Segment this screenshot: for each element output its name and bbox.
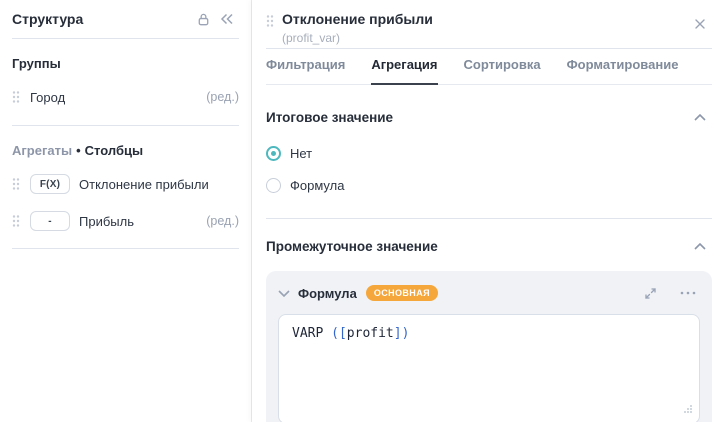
settings-tabs: Фильтрация Агрегация Сортировка Форматир…: [266, 49, 712, 85]
primary-badge: ОСНОВНАЯ: [366, 285, 438, 301]
group-edit-link[interactable]: (ред.): [206, 90, 239, 104]
panel-title: Отклонение прибыли: [282, 10, 433, 28]
aggregates-columns-heading: Агрегаты•Столбцы: [12, 143, 239, 158]
collapse-sidebar-icon[interactable]: [215, 7, 239, 31]
field-settings-screen: Структура Группы: [0, 0, 726, 422]
radio-label: Нет: [290, 146, 312, 161]
more-options-icon[interactable]: [676, 281, 700, 305]
tab-filtering[interactable]: Фильтрация: [266, 57, 345, 85]
total-value-section-header: Итоговое значение: [266, 105, 712, 129]
formula-field-name: profit: [347, 326, 394, 341]
formula-function: VARP: [292, 326, 331, 341]
column-edit-link[interactable]: (ред.): [206, 214, 239, 228]
expand-icon[interactable]: [638, 281, 662, 305]
heading-separator: •: [72, 143, 85, 158]
chevron-down-icon[interactable]: [278, 290, 290, 297]
panel-title-block: Отклонение прибыли (profit_var): [282, 10, 433, 46]
lock-icon[interactable]: [191, 7, 215, 31]
group-row-city[interactable]: Город (ред.): [12, 86, 239, 108]
sidebar-divider: [12, 125, 239, 126]
plain-type-badge: -: [30, 211, 70, 231]
drag-handle-icon[interactable]: [12, 214, 20, 228]
structure-title: Структура: [12, 11, 191, 27]
formula-type-badge: F(X): [30, 174, 70, 194]
resize-grip-icon[interactable]: [682, 403, 693, 418]
drag-handle-icon[interactable]: [12, 177, 20, 191]
drag-handle-icon[interactable]: [12, 90, 20, 104]
columns-heading-part: Столбцы: [85, 143, 143, 158]
sidebar-divider: [12, 248, 239, 249]
radio-option-none[interactable]: Нет: [266, 146, 712, 161]
formula-open-bracket: ([: [331, 326, 347, 341]
intermediate-value-title: Промежуточное значение: [266, 239, 438, 254]
radio-icon[interactable]: [266, 146, 281, 161]
sidebar-divider: [12, 38, 239, 39]
radio-icon[interactable]: [266, 178, 281, 193]
tab-sorting[interactable]: Сортировка: [464, 57, 541, 85]
total-value-title: Итоговое значение: [266, 110, 393, 125]
close-icon[interactable]: [688, 12, 712, 36]
groups-heading: Группы: [12, 56, 239, 71]
group-label: Город: [30, 90, 206, 105]
radio-label: Формула: [290, 178, 344, 193]
panel-header: Отклонение прибыли (profit_var): [266, 0, 712, 48]
section-divider: [266, 218, 712, 219]
formula-card-title: Формула: [298, 286, 357, 301]
formula-close-bracket: ]): [394, 326, 410, 341]
aggregates-heading-part: Агрегаты: [12, 143, 72, 158]
formula-editor[interactable]: VARP ([profit]): [278, 314, 700, 422]
chevron-up-icon[interactable]: [688, 234, 712, 258]
radio-option-formula[interactable]: Формула: [266, 178, 712, 193]
tab-aggregation[interactable]: Агрегация: [371, 57, 437, 85]
column-label: Прибыль: [79, 214, 206, 229]
column-row-profit[interactable]: - Прибыль (ред.): [12, 210, 239, 232]
structure-sidebar: Структура Группы: [0, 0, 252, 422]
tab-formatting[interactable]: Форматирование: [567, 57, 679, 85]
column-label: Отклонение прибыли: [79, 177, 239, 192]
formula-card: Формула ОСНОВНАЯ: [266, 271, 712, 422]
intermediate-value-section-header: Промежуточное значение: [266, 234, 712, 258]
formula-card-header: Формула ОСНОВНАЯ: [278, 281, 700, 305]
panel-subtitle: (profit_var): [282, 30, 433, 46]
chevron-up-icon[interactable]: [688, 105, 712, 129]
column-row-profit-var[interactable]: F(X) Отклонение прибыли: [12, 173, 239, 195]
drag-handle-icon[interactable]: [266, 14, 274, 33]
field-settings-panel: Отклонение прибыли (profit_var) Фильтрац…: [252, 0, 726, 422]
structure-header: Структура: [12, 0, 239, 38]
